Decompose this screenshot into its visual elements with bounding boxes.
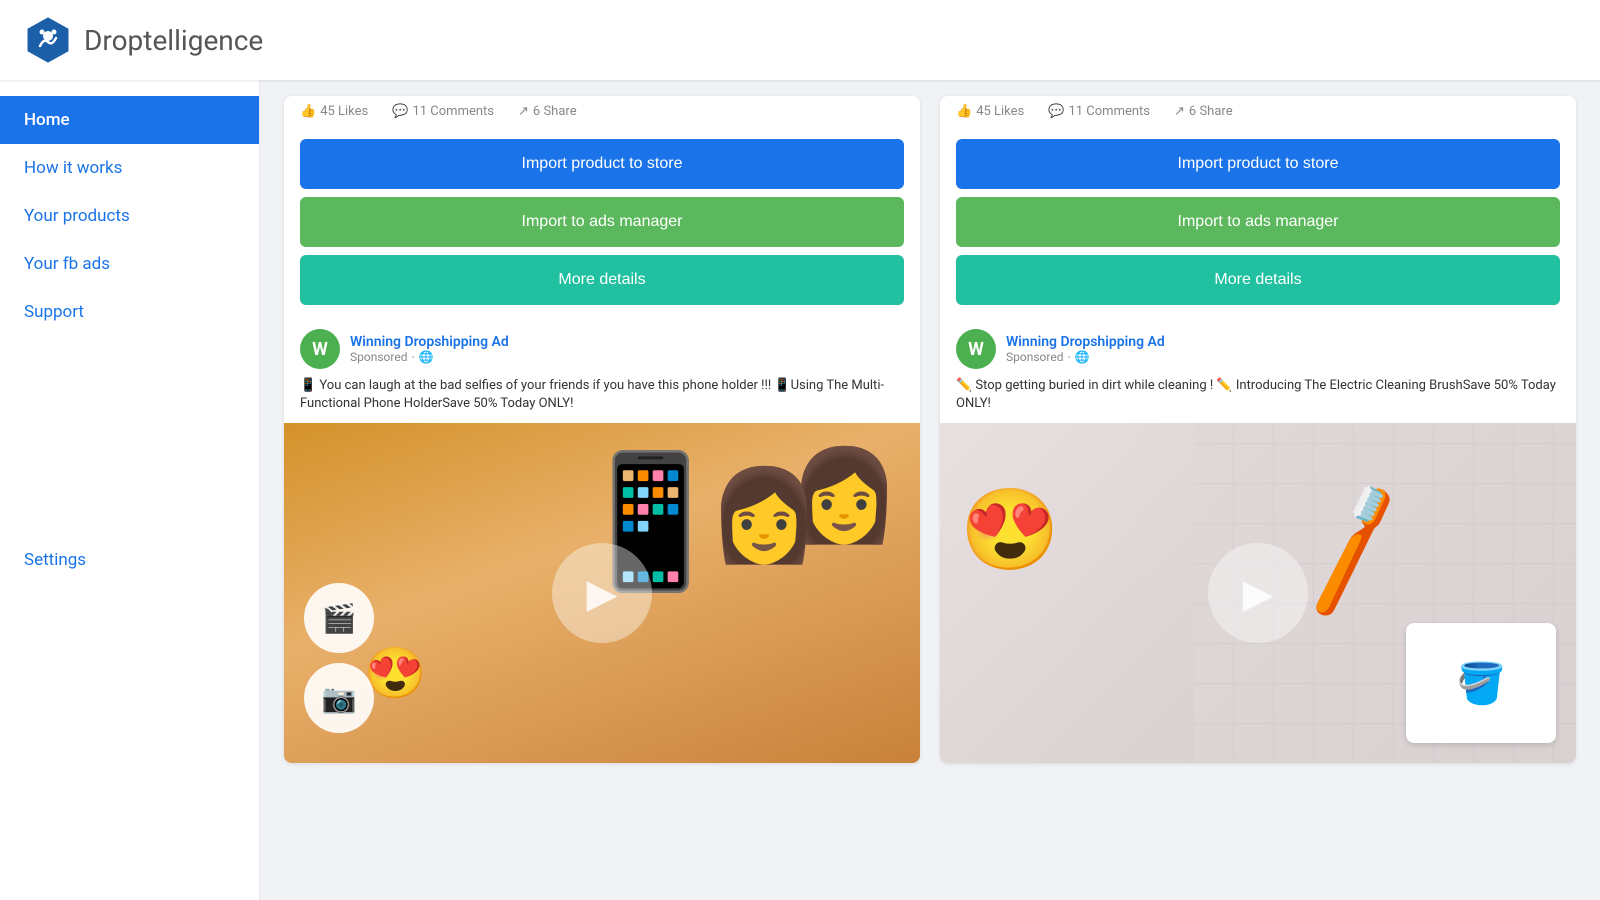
ad-sponsored-1: Sponsored · 🌐	[350, 350, 509, 364]
product-card-2: 👍 45 Likes 💬 11 Comments ↗ 6 Share Impor…	[940, 96, 1576, 763]
import-store-button-1[interactable]: Import product to store	[300, 139, 904, 189]
ad-body-1: 📱 You can laugh at the bad selfies of yo…	[284, 377, 920, 423]
ad-body-2: ✏️ Stop getting buried in dirt while cle…	[940, 377, 1576, 423]
shares-count-2: ↗ 6 Share	[1174, 104, 1233, 119]
logo-text: Droptelligence	[84, 24, 263, 57]
ad-image-2: 🪥 😍 🪣 ▶	[940, 423, 1576, 763]
inset-product-image: 🪣	[1406, 623, 1556, 743]
main-content: 👍 45 Likes 💬 11 Comments ↗ 6 Share Impor…	[260, 80, 1600, 900]
play-button-1[interactable]: ▶	[552, 543, 652, 643]
emoji-love-face: 😍	[960, 483, 1060, 577]
import-store-button-2[interactable]: Import product to store	[956, 139, 1560, 189]
product-card-1: 👍 45 Likes 💬 11 Comments ↗ 6 Share Impor…	[284, 96, 920, 763]
ad-page-name-1: Winning Dropshipping Ad	[350, 334, 509, 350]
layout: Home How it works Your products Your fb …	[0, 80, 1600, 900]
play-button-2[interactable]: ▶	[1208, 543, 1308, 643]
logo-container: Droptelligence	[24, 16, 263, 64]
cards-grid: 👍 45 Likes 💬 11 Comments ↗ 6 Share Impor…	[284, 96, 1576, 763]
more-details-button-2[interactable]: More details	[956, 255, 1560, 305]
partial-stats-2: 👍 45 Likes 💬 11 Comments ↗ 6 Share	[940, 96, 1576, 127]
partial-stats-1: 👍 45 Likes 💬 11 Comments ↗ 6 Share	[284, 96, 920, 127]
globe-icon-2: 🌐	[1075, 350, 1090, 364]
comments-count-1: 💬 11 Comments	[392, 104, 494, 119]
sidebar: Home How it works Your products Your fb …	[0, 80, 260, 900]
likes-count-1: 👍 45 Likes	[300, 104, 368, 119]
sidebar-item-home[interactable]: Home	[0, 96, 259, 144]
ad-header-2: W Winning Dropshipping Ad Sponsored · 🌐	[940, 317, 1576, 377]
sidebar-item-how-it-works[interactable]: How it works	[0, 144, 259, 192]
sidebar-item-settings[interactable]: Settings	[0, 536, 259, 584]
globe-icon-1: 🌐	[419, 350, 434, 364]
import-ads-button-1[interactable]: Import to ads manager	[300, 197, 904, 247]
ad-meta-2: Winning Dropshipping Ad Sponsored · 🌐	[1006, 334, 1165, 364]
sidebar-item-your-fb-ads[interactable]: Your fb ads	[0, 240, 259, 288]
logo-icon	[24, 16, 72, 64]
sidebar-item-your-products[interactable]: Your products	[0, 192, 259, 240]
card-1-buttons: Import product to store Import to ads ma…	[284, 127, 920, 317]
circle-thumb-2: 🎬	[304, 583, 374, 653]
shares-count-1: ↗ 6 Share	[518, 104, 577, 119]
circle-thumb-1: 📷	[304, 663, 374, 733]
more-details-button-1[interactable]: More details	[300, 255, 904, 305]
ad-avatar-1: W	[300, 329, 340, 369]
sidebar-item-support[interactable]: Support	[0, 288, 259, 336]
card-2-buttons: Import product to store Import to ads ma…	[940, 127, 1576, 317]
import-ads-button-2[interactable]: Import to ads manager	[956, 197, 1560, 247]
ad-page-name-2: Winning Dropshipping Ad	[1006, 334, 1165, 350]
comments-count-2: 💬 11 Comments	[1048, 104, 1150, 119]
ad-image-1: 📱 👩 👩 😍 🎬 📷 ▶	[284, 423, 920, 763]
likes-count-2: 👍 45 Likes	[956, 104, 1024, 119]
ad-meta-1: Winning Dropshipping Ad Sponsored · 🌐	[350, 334, 509, 364]
header: Droptelligence	[0, 0, 1600, 80]
ad-header-1: W Winning Dropshipping Ad Sponsored · 🌐	[284, 317, 920, 377]
ad-avatar-2: W	[956, 329, 996, 369]
ad-sponsored-2: Sponsored · 🌐	[1006, 350, 1165, 364]
